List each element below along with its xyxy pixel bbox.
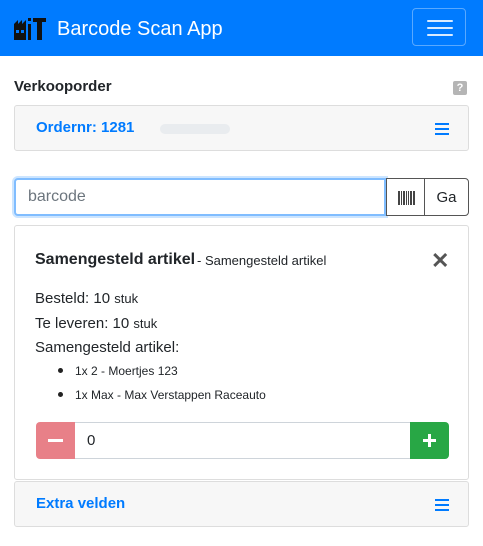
increase-quantity-button[interactable] bbox=[410, 422, 449, 459]
extra-fields-header[interactable]: Extra velden bbox=[14, 481, 469, 527]
close-icon[interactable]: ✕ bbox=[431, 250, 449, 272]
hamburger-icon bbox=[427, 20, 453, 22]
scan-barcode-button[interactable] bbox=[386, 178, 425, 216]
extra-fields-title[interactable]: Extra velden bbox=[36, 495, 125, 513]
list-menu-icon[interactable] bbox=[435, 499, 449, 511]
subtitle-text: Samengesteld artikel bbox=[204, 253, 327, 268]
factory-logo-icon bbox=[14, 18, 46, 40]
deliver-unit: stuk bbox=[133, 316, 158, 331]
decrease-quantity-button[interactable] bbox=[36, 422, 75, 459]
deliver-qty: 10 bbox=[112, 315, 130, 332]
ordered-line: Besteld: 10 stuk bbox=[35, 289, 138, 309]
list-item: 1x 2 - Moertjes 123 bbox=[58, 364, 178, 378]
hamburger-icon-bar bbox=[427, 27, 453, 29]
article-name: Samengesteld artikel bbox=[35, 251, 196, 268]
go-button[interactable]: Ga bbox=[424, 178, 469, 216]
ordered-label: Besteld: bbox=[35, 290, 90, 307]
components-label: Samengesteld artikel: bbox=[35, 339, 180, 356]
quantity-input[interactable] bbox=[75, 422, 410, 459]
hamburger-icon-bar bbox=[427, 34, 453, 36]
article-card: Samengesteld artikel - Samengesteld arti… bbox=[14, 225, 469, 480]
list-item: 1x Max - Max Verstappen Raceauto bbox=[58, 388, 266, 402]
deliver-label: Te leveren: bbox=[35, 315, 109, 332]
subtitle-separator: - bbox=[197, 253, 205, 268]
deliver-line: Te leveren: 10 stuk bbox=[35, 314, 157, 334]
help-icon[interactable]: ? bbox=[453, 81, 467, 95]
ordered-qty: 10 bbox=[93, 290, 111, 307]
order-number[interactable]: Ordernr: 1281 bbox=[36, 119, 134, 137]
nav-menu-toggle-button[interactable] bbox=[412, 8, 466, 46]
list-menu-icon[interactable] bbox=[435, 123, 449, 135]
app-title: Barcode Scan App bbox=[57, 18, 223, 40]
ordered-unit: stuk bbox=[114, 291, 139, 306]
barcode-icon bbox=[398, 191, 415, 205]
barcode-input[interactable] bbox=[14, 178, 386, 216]
page-title: Verkooporder bbox=[14, 78, 112, 95]
order-header[interactable]: Ordernr: 1281 bbox=[14, 105, 469, 151]
top-navbar: Barcode Scan App bbox=[0, 0, 483, 56]
loading-placeholder bbox=[160, 124, 230, 134]
article-subtitle: - Samengesteld artikel bbox=[197, 251, 326, 271]
